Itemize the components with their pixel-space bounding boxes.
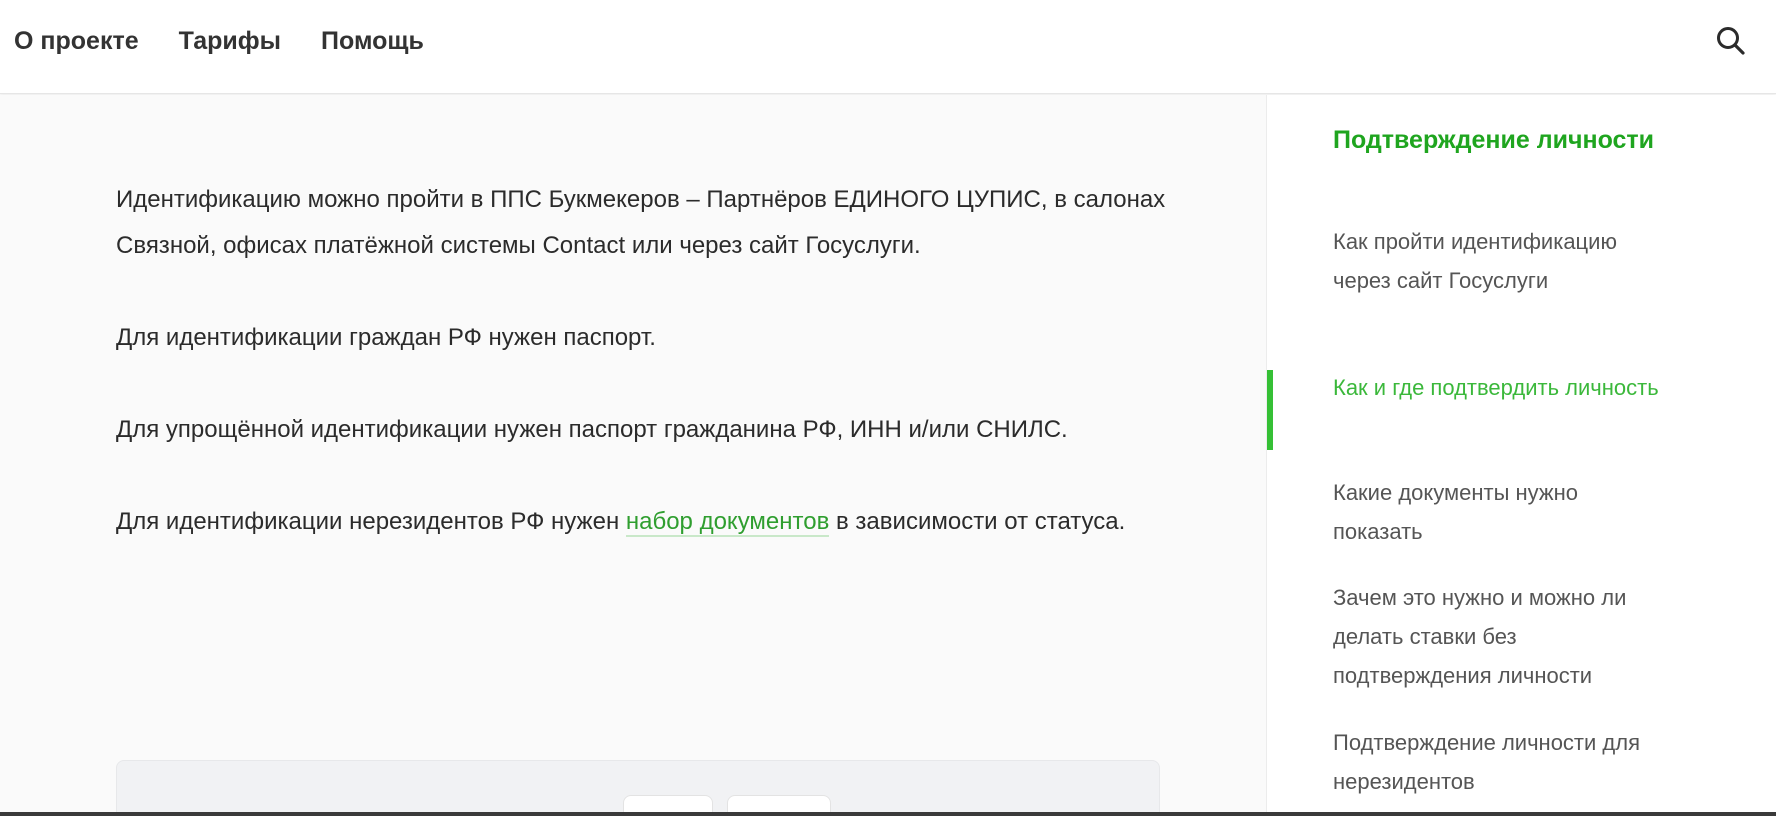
paragraph-text: Для идентификации граждан РФ нужен паспо… — [116, 324, 656, 351]
paragraph-text: Идентификацию можно пройти в ППС Букмеке… — [116, 186, 1166, 259]
toc-item-documents[interactable]: Какие документы нужно показать — [1333, 473, 1663, 551]
search-icon — [1717, 27, 1745, 55]
toc-item-nonresidents[interactable]: Подтверждение личности для нерезидентов — [1333, 723, 1663, 801]
main-nav: О проекте Тарифы Помощь — [0, 0, 450, 82]
article-main: Идентификацию можно пройти в ППС Букмеке… — [0, 95, 1266, 816]
toc-item-why-needed[interactable]: Зачем это нужно и можно ли делать ставки… — [1333, 578, 1663, 695]
nav-item-about[interactable]: О проекте — [14, 27, 139, 56]
active-section-marker — [1267, 370, 1273, 450]
toc-item-where-to-confirm[interactable]: Как и где подтвердить личность — [1333, 368, 1663, 407]
paragraph-nonresidents: Для идентификации нерезидентов РФ нужен … — [116, 499, 1166, 545]
table-of-contents: Подтверждение личности Как пройти иденти… — [1266, 95, 1776, 816]
nav-item-pricing[interactable]: Тарифы — [179, 27, 281, 56]
paragraph-text-after: в зависимости от статуса. — [829, 508, 1126, 535]
article-content: Идентификацию можно пройти в ППС Букмеке… — [116, 177, 1166, 591]
search-button[interactable] — [1714, 24, 1748, 58]
documents-set-link[interactable]: набор документов — [625, 508, 830, 537]
paragraph-citizens: Для идентификации граждан РФ нужен паспо… — [116, 315, 1166, 361]
top-navigation-bar: О проекте Тарифы Помощь — [0, 0, 1776, 94]
toc-item-gosuslugi[interactable]: Как пройти идентификацию через сайт Госу… — [1333, 222, 1663, 300]
paragraph-simplified: Для упрощённой идентификации нужен паспо… — [116, 407, 1166, 453]
paragraph-text-before: Для идентификации нерезидентов РФ нужен — [116, 508, 626, 535]
bottom-card — [116, 760, 1160, 816]
bottom-edge-bar — [0, 812, 1776, 816]
paragraph-identification-places: Идентификацию можно пройти в ППС Букмеке… — [116, 177, 1166, 269]
nav-item-help[interactable]: Помощь — [321, 27, 424, 56]
toc-title[interactable]: Подтверждение личности — [1333, 121, 1663, 160]
paragraph-text: Для упрощённой идентификации нужен паспо… — [116, 416, 1068, 443]
